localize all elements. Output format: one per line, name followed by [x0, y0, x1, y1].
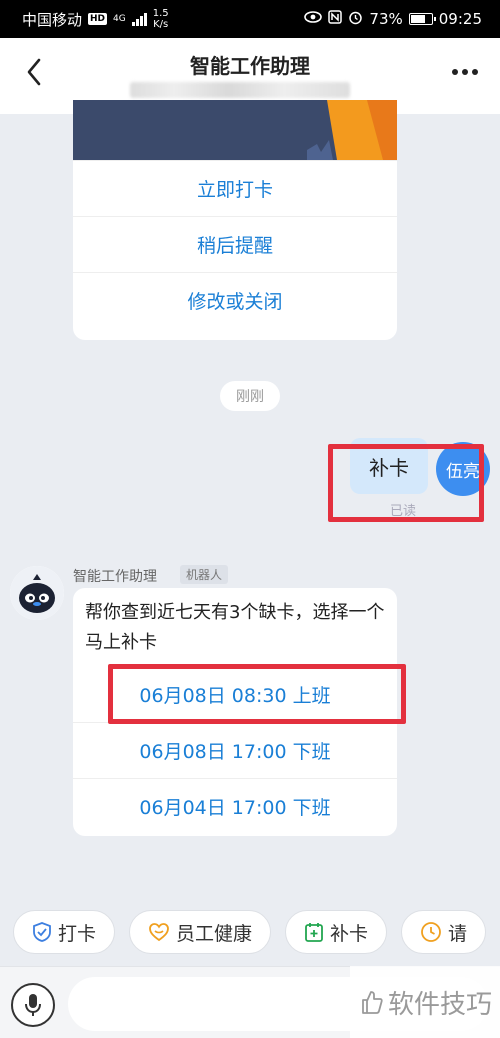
signal-icon [131, 12, 147, 26]
clock-in-now-button[interactable]: 立即打卡 [73, 160, 397, 216]
watermark: 软件技巧 [350, 966, 500, 1038]
clock-icon [420, 921, 442, 943]
battery-percent: 73% [369, 10, 403, 28]
remind-later-button[interactable]: 稍后提醒 [73, 216, 397, 272]
modify-or-close-button[interactable]: 修改或关闭 [73, 272, 397, 328]
alarm-icon [348, 10, 363, 29]
thumbs-up-icon [362, 991, 383, 1014]
calendar-plus-icon [304, 921, 324, 943]
quick-action-clock-in[interactable]: 打卡 [13, 910, 116, 954]
quick-action-label: 员工健康 [176, 922, 253, 945]
bot-name: 智能工作助理 [73, 569, 157, 585]
hd-badge: HD [88, 13, 108, 25]
quick-action-label: 补卡 [330, 922, 369, 945]
status-bar: 中国移动 HD 4G 1.5 K/s 73% 09:25 [0, 0, 500, 38]
more-options-button[interactable] [452, 60, 478, 84]
bot-mascot-icon [10, 566, 64, 620]
quick-action-reissue[interactable]: 补卡 [285, 910, 388, 954]
quick-action-leave[interactable]: 请 [401, 910, 487, 954]
speed-value: 1.5 [152, 8, 169, 19]
watermark-text: 软件技巧 [388, 989, 493, 1020]
microphone-icon [25, 994, 41, 1016]
bot-tag: 机器人 [180, 565, 229, 584]
highlight-annotation-option [108, 664, 406, 724]
network-type: 4G [113, 14, 126, 24]
eye-icon [304, 11, 323, 27]
bot-message-text: 帮你查到近七天有3个缺卡，选择一个马上补卡 [85, 602, 385, 653]
check-shield-icon [32, 921, 52, 943]
quick-action-label: 打卡 [58, 922, 97, 945]
missing-clock-option[interactable]: 06月04日 17:00 下班 [73, 778, 397, 834]
illustration-figure [307, 100, 397, 160]
highlight-annotation-outgoing [328, 444, 484, 522]
network-speed: 1.5 K/s [153, 8, 169, 30]
carrier-name: 中国移动 [22, 10, 83, 29]
battery-icon [408, 13, 436, 25]
nfc-icon [328, 10, 343, 28]
clock-time: 09:25 [438, 10, 482, 28]
heart-icon [148, 922, 170, 942]
quick-action-label: 请 [448, 922, 468, 945]
missing-clock-option[interactable]: 06月08日 17:00 下班 [73, 722, 397, 778]
bot-avatar[interactable] [10, 566, 64, 620]
voice-input-button[interactable] [11, 983, 55, 1027]
header-subtitle-blurred [130, 82, 350, 98]
time-divider: 刚刚 [220, 381, 280, 411]
speed-unit: K/s [153, 19, 169, 30]
quick-action-health[interactable]: 员工健康 [129, 910, 272, 954]
page-title: 智能工作助理 [190, 54, 310, 78]
quick-action-bar: 打卡 员工健康 补卡 请 [0, 910, 500, 956]
card-banner-image [73, 100, 397, 160]
attendance-reminder-card: 立即打卡 稍后提醒 修改或关闭 [73, 100, 397, 340]
